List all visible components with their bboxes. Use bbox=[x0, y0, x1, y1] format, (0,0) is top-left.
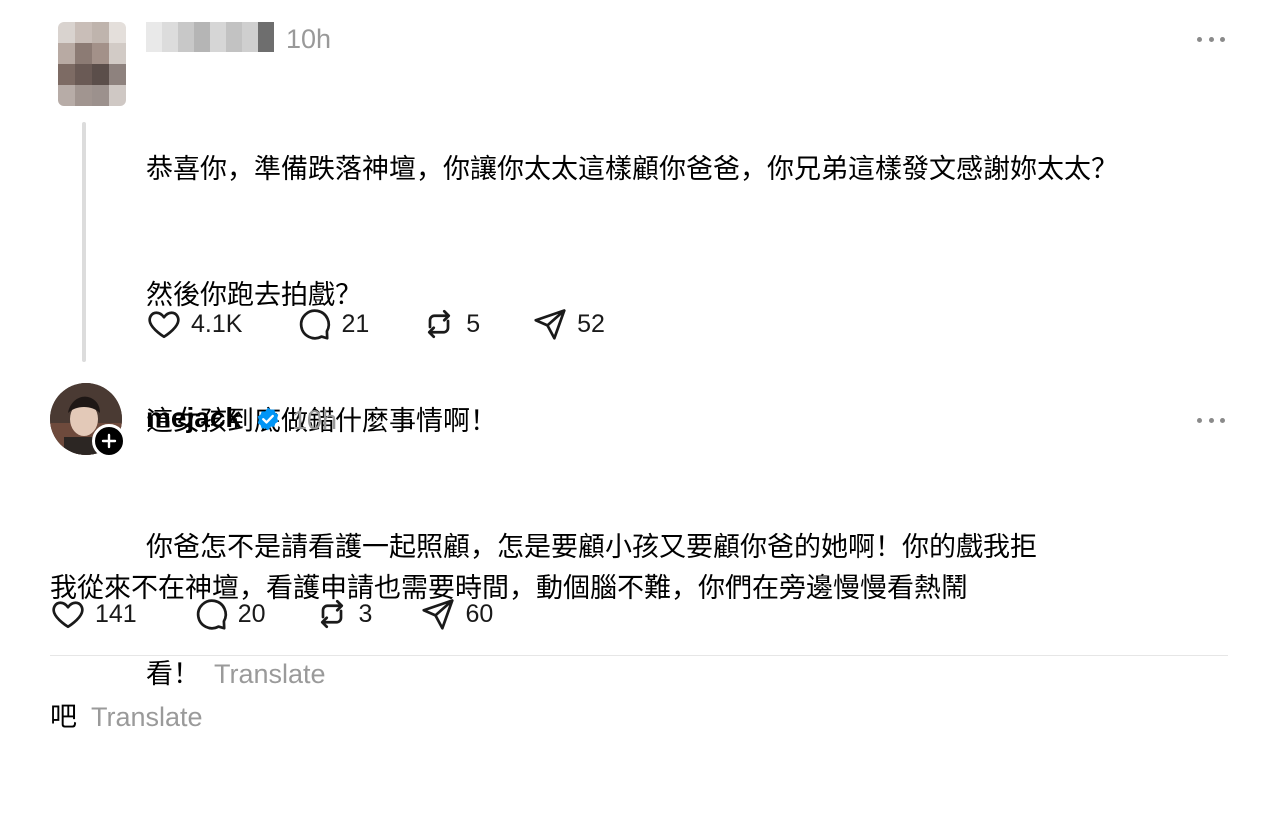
heart-icon bbox=[52, 601, 84, 629]
follow-button[interactable] bbox=[92, 424, 126, 458]
comment-button[interactable]: 20 bbox=[193, 596, 266, 632]
timestamp: 10h bbox=[292, 405, 338, 435]
translate-link[interactable]: Translate bbox=[91, 702, 203, 732]
send-icon bbox=[534, 309, 566, 340]
heart-icon bbox=[148, 311, 180, 339]
post-text-last-line: 吧 Translate bbox=[50, 696, 968, 739]
timestamp: 10h bbox=[286, 24, 332, 54]
like-button[interactable]: 141 bbox=[50, 596, 137, 632]
share-count: 60 bbox=[465, 599, 494, 628]
share-button[interactable]: 52 bbox=[532, 306, 605, 342]
action-bar: 141 20 3 60 bbox=[50, 596, 493, 632]
like-button[interactable]: 4.1K bbox=[146, 306, 242, 342]
post-text-line: 吧 bbox=[50, 702, 77, 733]
comment-button[interactable]: 21 bbox=[296, 306, 369, 342]
share-count: 52 bbox=[577, 309, 605, 338]
post-text-line: 恭喜你，準備跌落神壇，你讓你太太這樣顧你爸爸，你兄弟這樣發文感謝妳太太？ bbox=[146, 154, 1118, 185]
username[interactable]: mejack bbox=[146, 402, 241, 434]
repost-button[interactable]: 3 bbox=[314, 596, 373, 632]
post-text: 我從來不在神壇，看護申請也需要時間，動個腦不難，你們在旁邊慢慢看熱鬧 吧 Tran… bbox=[50, 481, 968, 825]
more-horizontal-icon[interactable] bbox=[1197, 416, 1225, 424]
repost-button[interactable]: 5 bbox=[421, 306, 480, 342]
comment-icon bbox=[300, 309, 331, 340]
verified-badge-icon bbox=[257, 407, 279, 431]
blurred-avatar[interactable] bbox=[58, 22, 126, 106]
like-count: 4.1K bbox=[191, 309, 243, 338]
comment-count: 21 bbox=[341, 309, 370, 338]
send-icon bbox=[422, 599, 455, 630]
like-count: 141 bbox=[95, 599, 137, 628]
repost-count: 3 bbox=[358, 599, 373, 628]
share-button[interactable]: 60 bbox=[420, 596, 493, 632]
repost-count: 5 bbox=[466, 309, 481, 338]
blurred-username[interactable] bbox=[146, 22, 274, 52]
comment-count: 20 bbox=[237, 599, 266, 628]
repost-icon bbox=[320, 599, 343, 629]
thread-line bbox=[82, 122, 86, 362]
action-bar: 4.1K 21 5 52 bbox=[146, 306, 605, 342]
divider bbox=[50, 655, 1228, 656]
plus-icon bbox=[101, 433, 117, 449]
repost-icon bbox=[428, 309, 451, 339]
comment-icon bbox=[196, 599, 227, 630]
more-horizontal-icon[interactable] bbox=[1197, 35, 1225, 43]
